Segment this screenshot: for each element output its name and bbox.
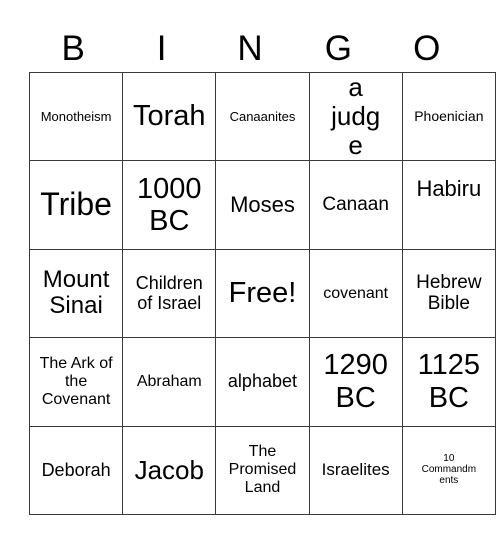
cell-label: 1000 BC: [137, 172, 202, 238]
cell-label: Deborah: [41, 459, 111, 480]
bingo-cell[interactable]: Moses: [215, 160, 310, 250]
cell-label: Jacob: [134, 454, 204, 485]
grid-row: Monotheism Torah Canaanites a judge Phoe…: [28, 71, 496, 162]
cell-label: Canaan: [322, 194, 389, 216]
bingo-cell[interactable]: Canaan: [308, 160, 403, 250]
bingo-cell[interactable]: Phoenician: [401, 71, 496, 162]
cell-label: Phoenician: [414, 107, 484, 124]
cell-label: The Ark of the Covenant: [39, 355, 113, 408]
cell-label: Israelites: [321, 460, 390, 480]
bingo-cell[interactable]: Hebrew Bible: [401, 248, 496, 339]
cell-label: 10 Commandments: [421, 452, 477, 486]
header-letter-g: G: [324, 29, 352, 68]
header-letter-n: N: [237, 29, 263, 68]
cell-label: Canaanites: [229, 108, 296, 124]
cell-label: Hebrew Bible: [416, 272, 482, 315]
bingo-cell[interactable]: Deborah: [28, 425, 124, 515]
bingo-cell[interactable]: Abraham: [122, 337, 217, 427]
free-space-cell[interactable]: Free!: [215, 248, 310, 339]
cell-label: Children of Israel: [135, 272, 203, 314]
cell-label: Tribe: [40, 186, 112, 223]
bingo-cell[interactable]: Mount Sinai: [28, 248, 124, 339]
cell-label: Mount Sinai: [42, 265, 110, 320]
header-letter-o: O: [413, 29, 441, 68]
cell-label: covenant: [323, 284, 389, 302]
cell-label: Monotheism: [40, 108, 112, 124]
bingo-cell[interactable]: Torah: [122, 71, 217, 162]
cell-label: alphabet: [227, 371, 297, 392]
bingo-cell[interactable]: Habiru: [401, 160, 496, 250]
cell-label: Abraham: [136, 372, 202, 390]
grid-row: The Ark of the Covenant Abraham alphabet…: [28, 337, 496, 427]
grid-row: Tribe 1000 BC Moses Canaan Habiru: [28, 160, 496, 250]
bingo-cell[interactable]: 1290 BC: [308, 337, 403, 427]
bingo-cell[interactable]: Tribe: [28, 160, 124, 250]
grid-row: Mount Sinai Children of Israel Free! cov…: [28, 248, 496, 339]
bingo-cell[interactable]: The Ark of the Covenant: [28, 337, 124, 427]
bingo-cell[interactable]: covenant: [308, 248, 403, 339]
cell-label: a judge: [331, 72, 381, 161]
bingo-cell[interactable]: Monotheism: [28, 71, 124, 162]
bingo-cell[interactable]: Canaanites: [215, 71, 310, 162]
bingo-header: B I N G O: [29, 26, 471, 72]
bingo-cell[interactable]: 1125 BC: [401, 337, 496, 427]
bingo-cell[interactable]: a judge: [308, 71, 403, 162]
bingo-grid: Monotheism Torah Canaanites a judge Phoe…: [28, 71, 496, 515]
header-letter-i: I: [156, 29, 167, 68]
bingo-cell[interactable]: Children of Israel: [122, 248, 217, 339]
cell-label: Torah: [133, 100, 206, 133]
bingo-cell[interactable]: alphabet: [215, 337, 310, 427]
cell-label: 1290 BC: [323, 349, 388, 414]
header-letter-b: B: [61, 29, 85, 68]
free-space-label: Free!: [228, 277, 297, 310]
cell-label: Habiru: [416, 175, 482, 201]
bingo-cell[interactable]: Israelites: [308, 425, 403, 515]
bingo-cell[interactable]: Jacob: [122, 425, 217, 515]
cell-label: The Promised Land: [228, 443, 297, 497]
cell-label: 1125 BC: [417, 349, 481, 414]
cell-label: Moses: [230, 191, 295, 217]
bingo-cell[interactable]: 10 Commandments: [401, 425, 496, 515]
grid-row: Deborah Jacob The Promised Land Israelit…: [28, 425, 496, 515]
bingo-cell[interactable]: The Promised Land: [215, 425, 310, 515]
bingo-cell[interactable]: 1000 BC: [122, 160, 217, 250]
